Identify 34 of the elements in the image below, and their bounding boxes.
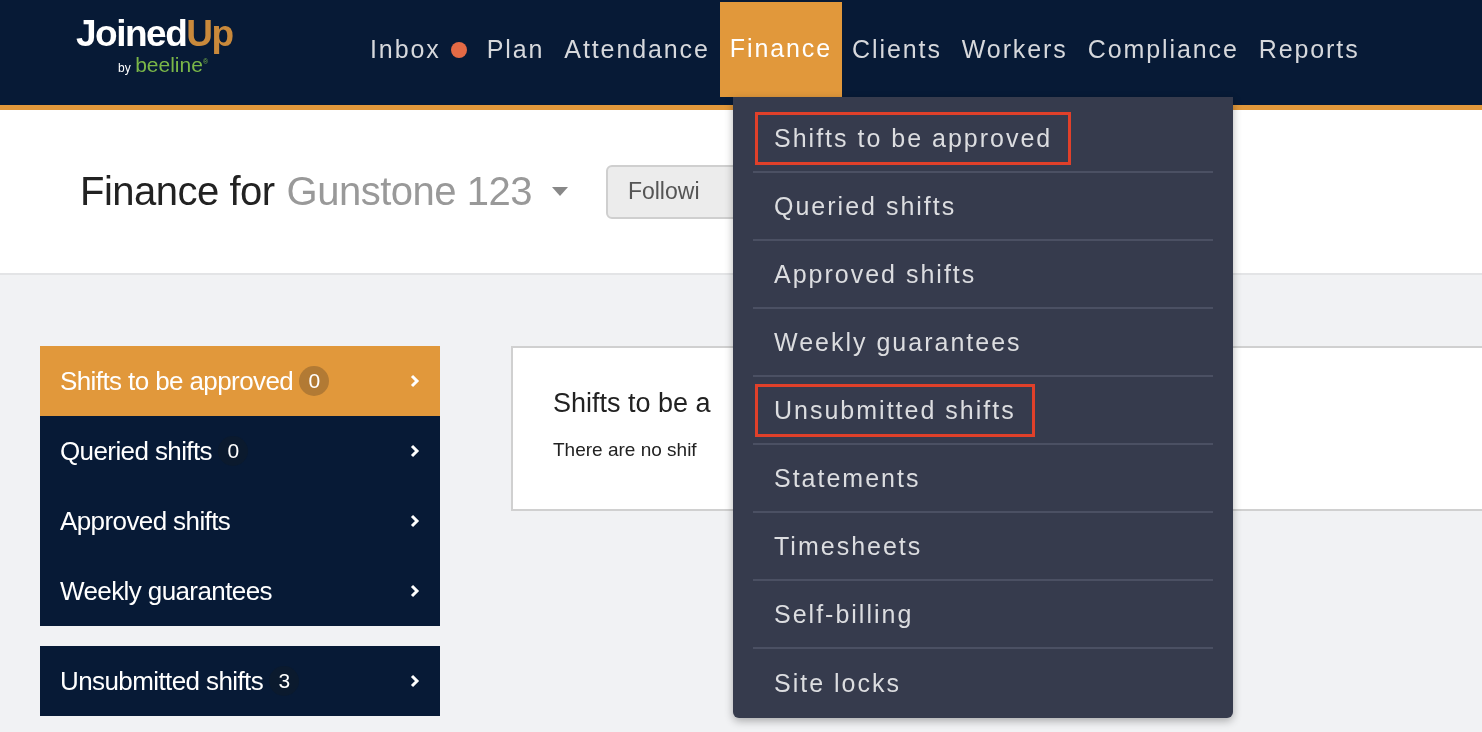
sidebar-item[interactable]: Unsubmitted shifts 3 bbox=[40, 646, 440, 716]
chevron-right-icon bbox=[410, 584, 420, 598]
caret-icon bbox=[551, 187, 568, 196]
menu-item[interactable]: Self-billing bbox=[755, 587, 933, 641]
menu-item[interactable]: Shifts to be approved bbox=[755, 111, 1072, 165]
menu-item[interactable]: Weekly guarantees bbox=[755, 315, 1041, 369]
nav-tab[interactable]: Reports bbox=[1248, 2, 1370, 99]
nav-tab[interactable]: Compliance bbox=[1077, 2, 1249, 99]
menu-item[interactable]: Statements bbox=[755, 451, 940, 505]
section-heading: Shifts to be a bbox=[553, 388, 711, 419]
sidebar-item[interactable]: Weekly guarantees bbox=[40, 556, 440, 626]
logo-text[interactable]: JoinedUp bbox=[76, 16, 233, 52]
menu-item[interactable]: Unsubmitted shifts bbox=[755, 383, 1035, 437]
menu-item[interactable]: Timesheets bbox=[755, 519, 942, 573]
chevron-right-icon bbox=[410, 444, 420, 458]
chevron-right-icon bbox=[410, 514, 420, 528]
nav-tab[interactable]: Workers bbox=[951, 2, 1078, 99]
nav-tab[interactable]: Inbox bbox=[360, 2, 477, 99]
count-badge: 3 bbox=[269, 666, 300, 696]
chevron-right-icon bbox=[410, 374, 420, 388]
sidebar-item[interactable]: Approved shifts bbox=[40, 486, 440, 556]
page-title: Finance for bbox=[80, 169, 275, 214]
nav-tab[interactable]: Attendance bbox=[554, 2, 720, 99]
chevron-right-icon bbox=[410, 674, 420, 688]
count-badge: 0 bbox=[218, 436, 248, 466]
menu-item[interactable]: Approved shifts bbox=[755, 247, 996, 301]
menu-item[interactable]: Site locks bbox=[755, 656, 920, 710]
empty-message: There are no shif bbox=[553, 439, 697, 461]
sidebar-item[interactable]: Queried shifts 0 bbox=[40, 416, 440, 486]
logo-byline: by beeline$^{®}$ bbox=[118, 53, 209, 78]
nav-tab[interactable]: Clients bbox=[842, 2, 952, 99]
count-badge: 0 bbox=[299, 366, 330, 396]
nav-tab[interactable]: Plan bbox=[476, 2, 555, 99]
sidebar-item[interactable]: Shifts to be approved 0 bbox=[40, 346, 440, 416]
